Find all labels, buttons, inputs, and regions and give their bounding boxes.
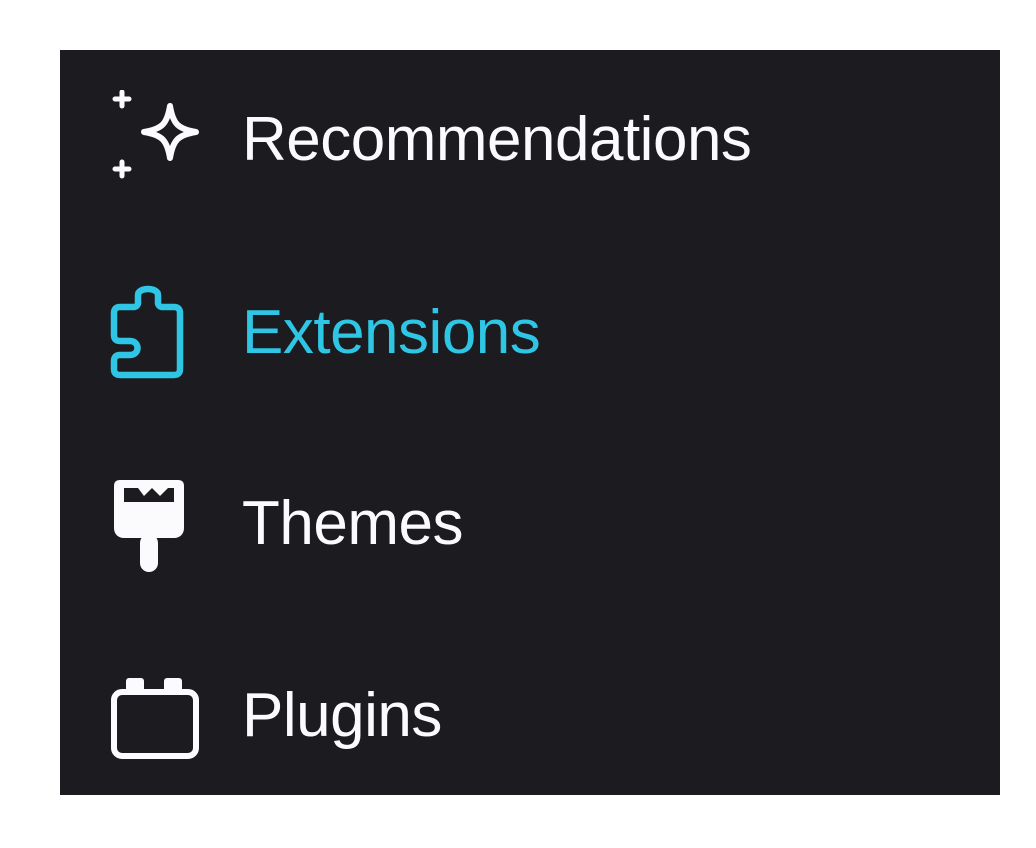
sparkle-icon — [108, 90, 208, 190]
addons-category-sidebar: Recommendations Extensions Themes Plugin… — [60, 50, 1000, 795]
sidebar-item-themes[interactable]: Themes — [60, 464, 1000, 584]
plugin-icon — [108, 666, 208, 766]
sidebar-item-label: Recommendations — [242, 105, 752, 174]
paintbrush-icon — [108, 474, 208, 574]
sidebar-item-label: Extensions — [242, 298, 541, 367]
sidebar-item-label: Plugins — [242, 681, 442, 750]
sidebar-item-plugins[interactable]: Plugins — [60, 656, 1000, 776]
puzzle-piece-icon — [108, 283, 208, 383]
sidebar-item-recommendations[interactable]: Recommendations — [60, 80, 1000, 200]
sidebar-item-label: Themes — [242, 489, 463, 558]
sidebar-item-extensions[interactable]: Extensions — [60, 273, 1000, 393]
